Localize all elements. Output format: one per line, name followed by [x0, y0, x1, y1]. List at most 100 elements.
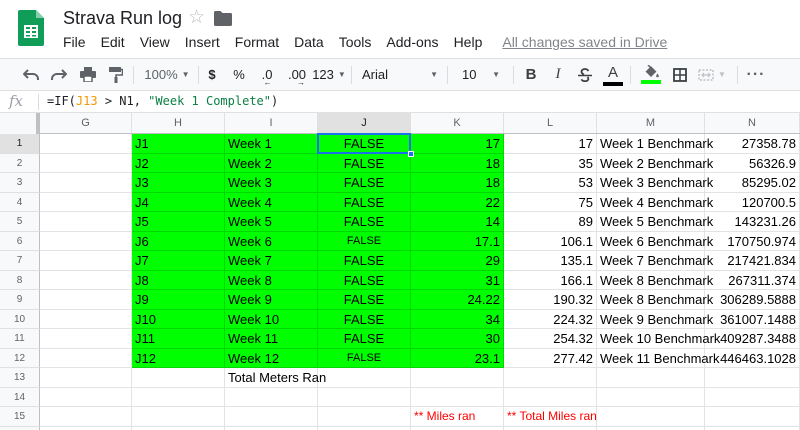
cell-i13[interactable]: Total Meters Ran — [225, 368, 326, 388]
cell-n10[interactable]: 361007.1488 — [705, 309, 800, 329]
cell-m3[interactable]: Week 3 Benchmark — [597, 173, 713, 193]
cell-i14[interactable] — [225, 387, 318, 407]
menu-addons[interactable]: Add-ons — [386, 34, 438, 50]
cell-g4[interactable] — [40, 192, 132, 212]
cell-n15[interactable] — [705, 407, 800, 427]
cell-j14[interactable] — [318, 387, 411, 407]
cell-j15[interactable] — [318, 407, 411, 427]
cell-g14[interactable] — [40, 387, 132, 407]
cell-g10[interactable] — [40, 309, 132, 329]
cell-m8[interactable]: Week 8 Benchmark — [597, 270, 713, 290]
menu-edit[interactable]: Edit — [101, 34, 125, 50]
cell-g13[interactable] — [40, 368, 132, 388]
percent-format-button[interactable]: % — [229, 59, 249, 90]
column-header-h[interactable]: H — [132, 113, 225, 133]
cell-m4[interactable]: Week 4 Benchmark — [597, 192, 713, 212]
cell-m13[interactable] — [597, 368, 705, 388]
row-header-12[interactable]: 12 — [0, 348, 40, 368]
menu-view[interactable]: View — [140, 34, 170, 50]
column-header-k[interactable]: K — [411, 113, 504, 133]
cell-j11[interactable]: FALSE — [318, 329, 411, 349]
row-header-13[interactable]: 13 — [0, 368, 40, 388]
cell-g15[interactable] — [40, 407, 132, 427]
cell-i7[interactable]: Week 7 — [225, 251, 318, 271]
cell-i11[interactable]: Week 11 — [225, 329, 318, 349]
cell-k3[interactable]: 18 — [411, 173, 504, 193]
cell-j3[interactable]: FALSE — [318, 173, 411, 193]
cell-m14[interactable] — [597, 387, 705, 407]
cell-n1[interactable]: 27358.78 — [705, 134, 800, 154]
row-header-11[interactable]: 11 — [0, 329, 40, 349]
cell-i8[interactable]: Week 8 — [225, 270, 318, 290]
cell-k4[interactable]: 22 — [411, 192, 504, 212]
cell-l5[interactable]: 89 — [504, 212, 597, 232]
cell-k14[interactable] — [411, 387, 504, 407]
row-header-3[interactable]: 3 — [0, 173, 40, 193]
cell-h7[interactable]: J7 — [132, 251, 225, 271]
cell-k7[interactable]: 29 — [411, 251, 504, 271]
cell-i15[interactable] — [225, 407, 318, 427]
menu-help[interactable]: Help — [454, 34, 483, 50]
cell-h5[interactable]: J5 — [132, 212, 225, 232]
cell-j5[interactable]: FALSE — [318, 212, 411, 232]
cell-h12[interactable]: J12 — [132, 348, 225, 368]
cell-k8[interactable]: 31 — [411, 270, 504, 290]
cell-m5[interactable]: Week 5 Benchmark — [597, 212, 713, 232]
italic-button[interactable]: I — [547, 59, 569, 90]
cell-j4[interactable]: FALSE — [318, 192, 411, 212]
cell-l10[interactable]: 224.32 — [504, 309, 597, 329]
decrease-decimal-button[interactable]: .0 ← — [255, 59, 279, 90]
more-formats-select[interactable]: 123 ▼ — [312, 59, 346, 90]
cell-j10[interactable]: FALSE — [318, 309, 411, 329]
cell-h10[interactable]: J10 — [132, 309, 225, 329]
cell-g11[interactable] — [40, 329, 132, 349]
cell-n6[interactable]: 170750.974 — [705, 231, 800, 251]
cell-n9[interactable]: 306289.5888 — [705, 290, 800, 310]
cell-j1[interactable]: FALSE — [318, 134, 411, 154]
cell-l14[interactable] — [504, 387, 597, 407]
column-header-n[interactable]: N — [705, 113, 800, 133]
cell-n7[interactable]: 217421.834 — [705, 251, 800, 271]
cell-h2[interactable]: J2 — [132, 153, 225, 173]
cell-l6[interactable]: 106.1 — [504, 231, 597, 251]
cell-h14[interactable] — [132, 387, 225, 407]
cell-n8[interactable]: 267311.374 — [705, 270, 800, 290]
cell-l12[interactable]: 277.42 — [504, 348, 597, 368]
cell-l3[interactable]: 53 — [504, 173, 597, 193]
cell-h13[interactable] — [132, 368, 225, 388]
cell-m6[interactable]: Week 6 Benchmark — [597, 231, 713, 251]
cell-g5[interactable] — [40, 212, 132, 232]
row-header-10[interactable]: 10 — [0, 309, 40, 329]
row-header-15[interactable]: 15 — [0, 407, 40, 427]
cell-i12[interactable]: Week 12 — [225, 348, 318, 368]
cell-g9[interactable] — [40, 290, 132, 310]
cell-n13[interactable] — [705, 368, 800, 388]
paint-format-button[interactable] — [103, 59, 129, 90]
cell-k13[interactable] — [411, 368, 504, 388]
cell-l9[interactable]: 190.32 — [504, 290, 597, 310]
cell-k9[interactable]: 24.22 — [411, 290, 504, 310]
fill-color-button[interactable] — [638, 59, 664, 90]
cell-j12[interactable]: FALSE — [318, 348, 411, 368]
cell-k12[interactable]: 23.1 — [411, 348, 504, 368]
cell-m12[interactable]: Week 11 Benchmark — [597, 348, 719, 368]
cell-m15[interactable] — [597, 407, 705, 427]
cell-g3[interactable] — [40, 173, 132, 193]
borders-button[interactable] — [668, 59, 692, 90]
cell-g7[interactable] — [40, 251, 132, 271]
cell-g12[interactable] — [40, 348, 132, 368]
cell-l4[interactable]: 75 — [504, 192, 597, 212]
row-header-6[interactable]: 6 — [0, 231, 40, 251]
cell-h8[interactable]: J8 — [132, 270, 225, 290]
cell-k1[interactable]: 17 — [411, 134, 504, 154]
cell-l13[interactable] — [504, 368, 597, 388]
cell-h6[interactable]: J6 — [132, 231, 225, 251]
cell-n16[interactable] — [705, 426, 800, 430]
document-title[interactable]: Strava Run log — [63, 8, 182, 29]
row-header-9[interactable]: 9 — [0, 290, 40, 310]
cell-i1[interactable]: Week 1 — [225, 134, 318, 154]
column-header-l[interactable]: L — [504, 113, 597, 133]
row-header-7[interactable]: 7 — [0, 251, 40, 271]
column-header-j[interactable]: J — [318, 113, 411, 133]
star-icon[interactable]: ☆ — [188, 6, 205, 29]
